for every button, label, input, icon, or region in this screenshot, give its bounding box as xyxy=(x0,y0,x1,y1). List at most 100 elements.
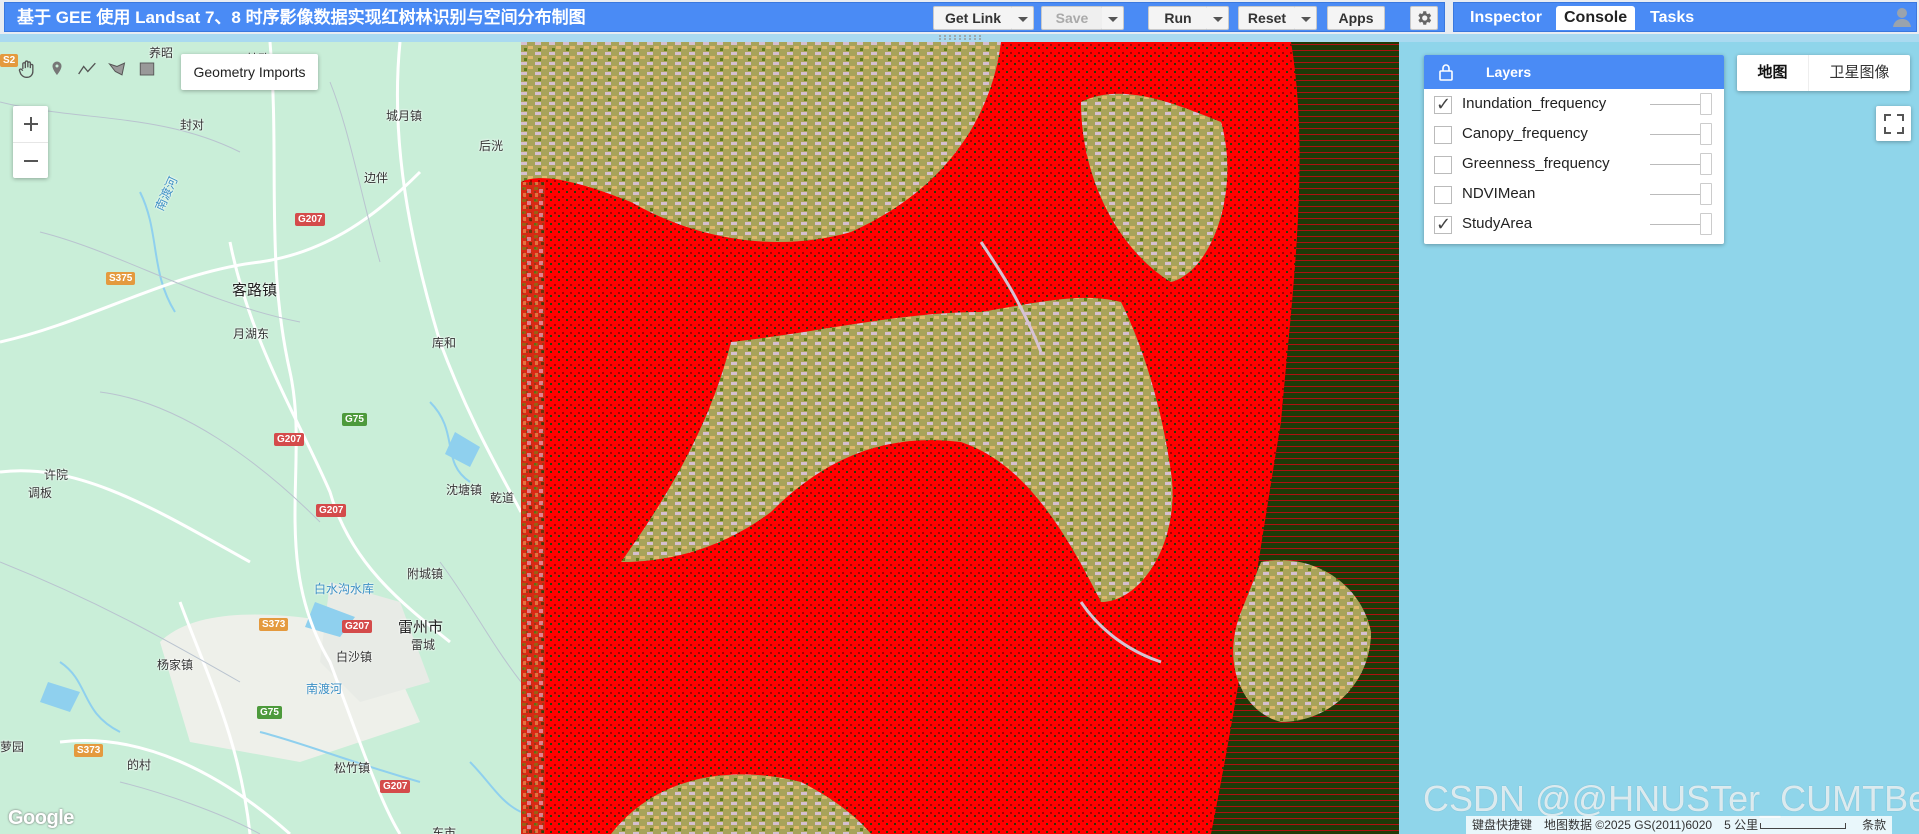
opacity-slider-handle[interactable] xyxy=(1700,123,1712,145)
layers-title: Layers xyxy=(1486,64,1532,80)
map-attribution: 键盘快捷键 地图数据 ©2025 GS(2011)6020 5 公里 条款 xyxy=(1466,816,1893,834)
place-label: 城月镇 xyxy=(386,109,423,123)
map-type-roadmap-button[interactable]: 地图 xyxy=(1737,55,1809,91)
script-title: 基于 GEE 使用 Landsat 7、8 时序影像数据实现红树林识别与空间分布… xyxy=(17,8,586,27)
scale-bar xyxy=(1760,822,1847,829)
run-button[interactable]: Run xyxy=(1148,6,1208,30)
save-dropdown[interactable] xyxy=(1102,6,1124,30)
rectangle-tool[interactable] xyxy=(132,54,162,84)
place-label: 的村 xyxy=(127,758,152,772)
map-canvas[interactable]: 养昭 林欧 城月镇 后洸 封对 边伴 南渡河 客路镇 月湖东 库和 许院 调板 … xyxy=(0,42,1919,834)
google-logo: Google xyxy=(8,807,74,829)
tab-inspector[interactable]: Inspector xyxy=(1462,6,1550,30)
opacity-slider-track[interactable] xyxy=(1650,134,1704,135)
reset-dropdown[interactable] xyxy=(1295,6,1317,30)
polygon-icon xyxy=(108,62,126,76)
reservoir-label: 白水沟水库 xyxy=(314,582,375,596)
lock-icon[interactable] xyxy=(1438,63,1454,81)
get-link-button[interactable]: Get Link xyxy=(933,6,1013,30)
map-type-satellite-button[interactable]: 卫星图像 xyxy=(1809,55,1910,91)
opacity-slider-handle[interactable] xyxy=(1700,183,1712,205)
settings-button[interactable] xyxy=(1410,6,1438,30)
marker-icon xyxy=(52,61,62,75)
top-bar: 基于 GEE 使用 Landsat 7、8 时序影像数据实现红树林识别与空间分布… xyxy=(0,0,1919,40)
scale-label: 5 公里 xyxy=(1724,818,1759,832)
place-label: 封对 xyxy=(180,118,205,132)
drawing-toolbar xyxy=(12,54,162,84)
terms-link[interactable]: 条款 xyxy=(1856,816,1892,834)
layer-row: Inundation_frequency xyxy=(1424,89,1724,119)
plus-icon xyxy=(23,117,38,131)
fullscreen-button[interactable] xyxy=(1876,106,1911,141)
save-button[interactable]: Save xyxy=(1041,6,1103,30)
opacity-slider-handle[interactable] xyxy=(1700,153,1712,175)
reset-button[interactable]: Reset xyxy=(1238,6,1296,30)
run-dropdown[interactable] xyxy=(1207,6,1229,30)
code-editor-header: 基于 GEE 使用 Landsat 7、8 时序影像数据实现红树林识别与空间分布… xyxy=(4,2,1445,32)
layer-checkbox[interactable] xyxy=(1434,126,1452,144)
geometry-imports-button[interactable]: Geometry Imports xyxy=(181,54,318,90)
inundation-frequency-layer xyxy=(521,42,1399,834)
layer-name: Greenness_frequency xyxy=(1462,155,1610,172)
minus-icon xyxy=(23,159,38,162)
tab-tasks[interactable]: Tasks xyxy=(1642,6,1702,30)
opacity-slider-handle[interactable] xyxy=(1700,93,1712,115)
marker-tool[interactable] xyxy=(42,54,72,84)
zoom-in-button[interactable] xyxy=(13,106,48,142)
hand-icon xyxy=(18,60,34,78)
place-label: 东市 xyxy=(432,826,457,834)
road-shield: G207 xyxy=(274,433,305,446)
map-data-attribution: 地图数据 ©2025 GS(2011)6020 xyxy=(1544,818,1713,832)
layer-name: Canopy_frequency xyxy=(1462,125,1588,142)
apps-button[interactable]: Apps xyxy=(1327,6,1385,30)
place-label: 调板 xyxy=(28,486,53,500)
gear-icon xyxy=(1418,11,1432,25)
road-shield: G75 xyxy=(257,706,282,719)
opacity-slider-track[interactable] xyxy=(1650,194,1704,195)
road-shield: S373 xyxy=(74,744,104,757)
layers-panel-header[interactable]: Layers xyxy=(1424,55,1724,89)
layer-checkbox[interactable] xyxy=(1434,214,1452,235)
opacity-slider-handle[interactable] xyxy=(1700,213,1712,235)
layer-row: Canopy_frequency xyxy=(1424,119,1724,149)
layer-checkbox[interactable] xyxy=(1434,156,1452,174)
layer-row: Greenness_frequency xyxy=(1424,149,1724,179)
layer-checkbox[interactable] xyxy=(1434,94,1452,115)
road-shield: S375 xyxy=(106,272,136,285)
opacity-slider-track[interactable] xyxy=(1650,104,1704,105)
rectangle-icon xyxy=(139,62,155,76)
place-label: 松竹镇 xyxy=(334,761,371,775)
keyboard-shortcuts-link[interactable]: 键盘快捷键 xyxy=(1466,816,1538,834)
place-label: 后洸 xyxy=(479,139,504,153)
opacity-slider-track[interactable] xyxy=(1650,164,1704,165)
scale-indicator[interactable]: 5 公里 xyxy=(1718,816,1856,834)
place-label: 附城镇 xyxy=(407,567,444,581)
opacity-slider-track[interactable] xyxy=(1650,224,1704,225)
layer-name: StudyArea xyxy=(1462,215,1533,232)
zoom-control xyxy=(13,106,48,178)
layers-panel: Layers Inundation_frequency Canopy_frequ… xyxy=(1424,55,1724,244)
tab-console[interactable]: Console xyxy=(1556,6,1636,30)
place-label: 月湖东 xyxy=(233,327,270,341)
panel-resize-handle[interactable] xyxy=(935,34,985,40)
pan-tool[interactable] xyxy=(12,54,42,84)
polygon-tool[interactable] xyxy=(102,54,132,84)
place-label: 库和 xyxy=(432,336,457,350)
line-tool[interactable] xyxy=(72,54,102,84)
zoom-out-button[interactable] xyxy=(13,142,48,178)
place-label: 客路镇 xyxy=(232,282,278,299)
polyline-icon xyxy=(78,62,96,75)
road-shield: G207 xyxy=(342,620,373,633)
layer-name: NDVIMean xyxy=(1462,185,1536,202)
user-avatar-icon[interactable] xyxy=(1890,4,1914,28)
layer-checkbox[interactable] xyxy=(1434,186,1452,204)
layer-row: StudyArea xyxy=(1424,209,1724,239)
layer-name: Inundation_frequency xyxy=(1462,95,1607,112)
road-shield: G207 xyxy=(380,780,411,793)
right-panel-header: Inspector Console Tasks xyxy=(1453,2,1917,32)
road-shield: G75 xyxy=(342,413,367,426)
get-link-dropdown[interactable] xyxy=(1012,6,1034,30)
place-label: 雷城 xyxy=(411,638,436,652)
place-label: 沈塘镇 xyxy=(446,483,483,497)
place-label: 萝园 xyxy=(0,740,25,754)
